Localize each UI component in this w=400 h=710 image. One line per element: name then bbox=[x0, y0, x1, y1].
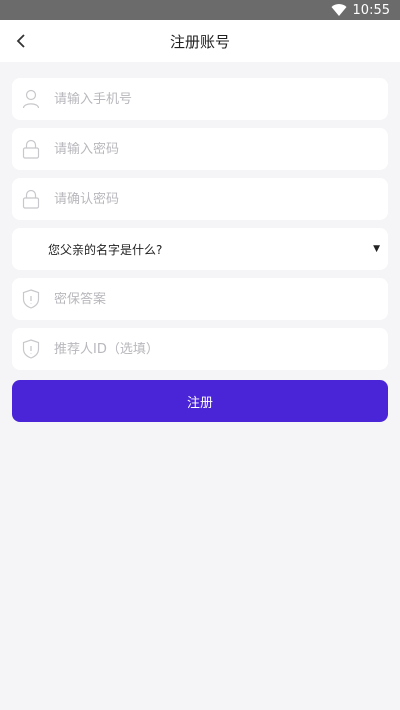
security-question-value: 您父亲的名字是什么? bbox=[48, 242, 163, 257]
lock-icon bbox=[22, 139, 40, 159]
security-answer-input[interactable] bbox=[54, 291, 378, 307]
chevron-left-icon bbox=[16, 34, 25, 48]
phone-input[interactable] bbox=[54, 91, 378, 107]
register-button[interactable]: 注册 bbox=[12, 380, 388, 422]
security-answer-field[interactable] bbox=[12, 278, 388, 320]
referrer-field[interactable] bbox=[12, 328, 388, 370]
shield-icon bbox=[22, 289, 40, 309]
status-time: 10:55 bbox=[352, 2, 390, 18]
status-bar: 10:55 bbox=[0, 0, 400, 20]
shield-icon bbox=[22, 339, 40, 359]
caret-down-icon: ▼ bbox=[373, 244, 380, 254]
wifi-icon bbox=[331, 4, 347, 17]
user-icon bbox=[22, 89, 40, 109]
lock-icon bbox=[22, 189, 40, 209]
register-form: 您父亲的名字是什么? ▼ 注册 bbox=[12, 78, 388, 422]
security-question-select[interactable]: 您父亲的名字是什么? ▼ bbox=[12, 228, 388, 270]
back-button[interactable] bbox=[8, 28, 34, 54]
referrer-input[interactable] bbox=[54, 341, 378, 357]
page-title: 注册账号 bbox=[169, 32, 230, 51]
phone-field[interactable] bbox=[12, 78, 388, 120]
confirm-password-input[interactable] bbox=[54, 191, 378, 207]
password-input[interactable] bbox=[54, 141, 378, 157]
confirm-password-field[interactable] bbox=[12, 178, 388, 220]
password-field[interactable] bbox=[12, 128, 388, 170]
app-header: 注册账号 bbox=[0, 20, 400, 62]
